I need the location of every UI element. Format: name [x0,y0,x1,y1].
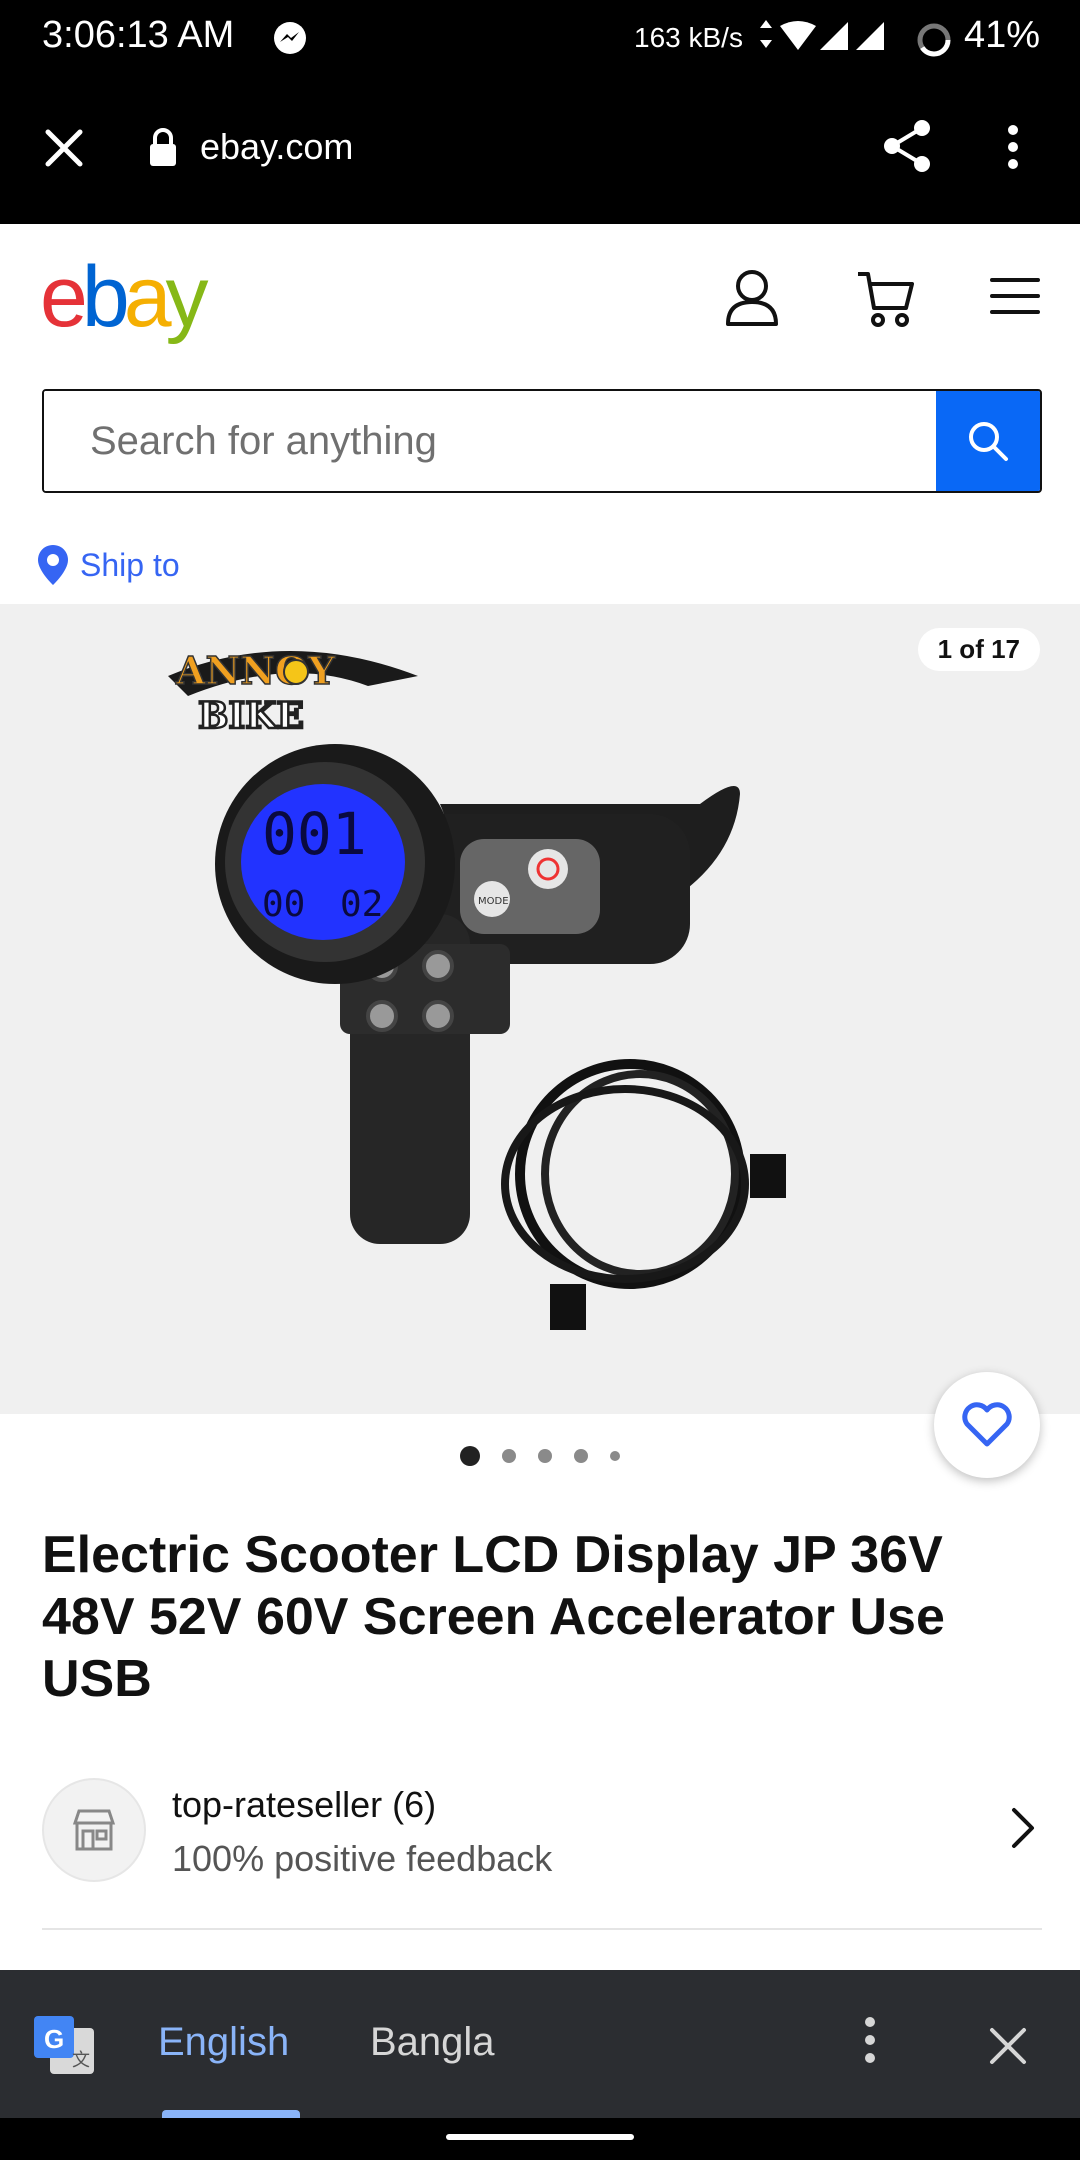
location-pin-icon [38,545,68,585]
product-title: Electric Scooter LCD Display JP 36V 48V … [42,1526,945,1708]
share-icon[interactable] [880,118,934,174]
logo-letter-y: y [165,249,209,345]
pagination-dot[interactable] [460,1446,480,1466]
image-counter: 1 of 17 [917,628,1040,671]
translate-options-icon[interactable] [862,2016,878,2064]
search-bar [42,389,1042,493]
product-photo: 001 00 02 MODE [215,744,786,1330]
site-header: ebay [0,224,1080,374]
battery-icon [917,23,951,57]
ship-to-label: Ship to [80,546,180,583]
logo-letter-b: b [81,249,130,345]
user-icon[interactable] [724,268,780,328]
brand-text-bike: BIKE [198,695,304,736]
search-button[interactable] [936,391,1040,491]
home-gesture-handle[interactable] [446,2134,634,2140]
lcd-speed-digits: 001 [262,800,367,868]
google-translate-icon: G 文 [34,2016,94,2074]
logo-letter-a: a [123,249,172,345]
logo-letter-e: e [40,249,88,345]
signal-icon [760,20,884,50]
seller-feedback: 100% positive feedback [172,1838,553,1879]
mode-button-label: MODE [478,896,509,907]
close-icon[interactable] [44,128,84,168]
chevron-right-icon [1012,1808,1034,1848]
status-time: 3:06:13 AM [42,14,235,56]
store-avatar [42,1778,146,1882]
pagination-dot[interactable] [538,1449,552,1463]
battery-percent: 41% [964,14,1041,56]
lcd-left-digits: 00 [262,884,305,925]
pagination-dot[interactable] [610,1451,620,1461]
more-vert-icon[interactable] [1006,124,1020,170]
seller-info-row[interactable]: top-rateseller (6) 100% positive feedbac… [42,1776,1042,1884]
svg-text:G: G [44,2024,64,2054]
store-icon [72,1809,116,1851]
brand-text-annoy: ANNOY [175,648,336,693]
translate-bar: G 文 English Bangla [0,1970,1080,2118]
cart-icon[interactable] [856,268,916,328]
system-nav-bar [0,2118,1080,2160]
lcd-right-digits: 02 [340,884,383,925]
messenger-icon [274,22,306,54]
selected-language-indicator [162,2110,300,2118]
section-divider [42,1928,1042,1930]
ship-to-link[interactable]: Ship to [36,540,180,590]
pagination-dot[interactable] [574,1449,588,1463]
seller-name[interactable]: top-rateseller (6) [172,1784,436,1826]
browser-toolbar: ebay.com [0,74,1080,224]
address-bar[interactable]: ebay.com [200,126,353,168]
language-tab-bangla[interactable]: Bangla [370,2020,495,2065]
lock-icon [150,128,176,166]
search-input[interactable] [44,391,938,491]
pagination-dot[interactable] [502,1449,516,1463]
menu-icon[interactable] [990,276,1040,316]
heart-icon [962,1402,1012,1447]
data-rate: 163 kB/s [634,22,743,53]
gallery-pagination [0,1444,1080,1468]
brand-logo-image: ANNOY BIKE [168,647,418,736]
product-image-gallery[interactable]: 1 of 17 ANNOY BIKE 001 00 02 MODE [0,604,1080,1414]
language-tab-english[interactable]: English [158,2020,289,2065]
ebay-logo[interactable]: ebay [40,249,209,345]
svg-text:文: 文 [72,2050,90,2071]
search-icon [969,422,1008,461]
translate-close-icon[interactable] [988,2026,1028,2066]
status-bar: 3:06:13 AM 163 kB/s 41% [0,0,1080,74]
